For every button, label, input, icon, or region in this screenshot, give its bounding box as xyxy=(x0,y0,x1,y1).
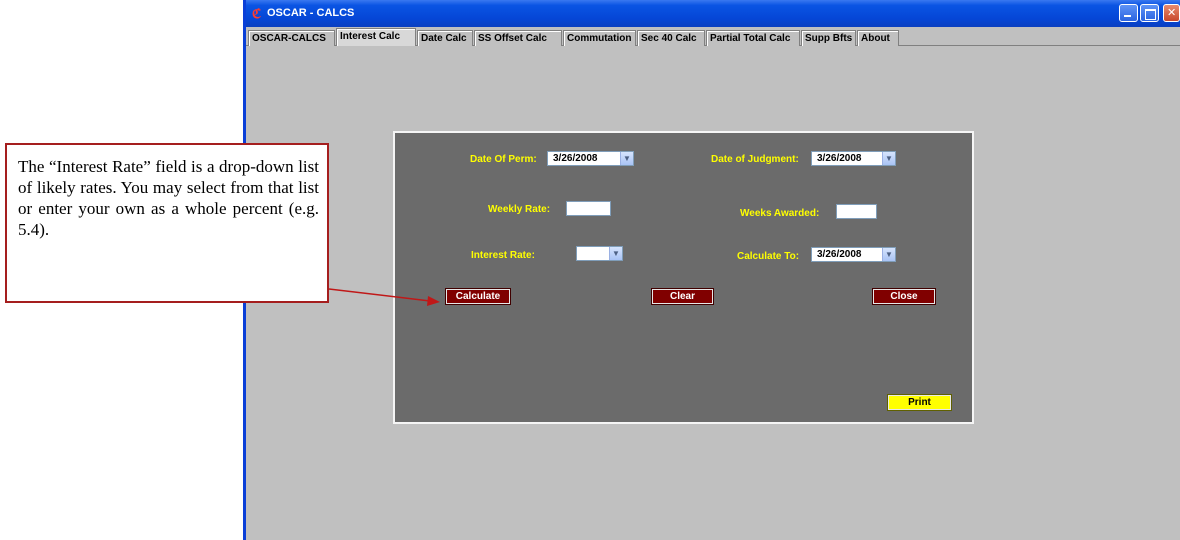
tab-supp-bfts[interactable]: Supp Bfts xyxy=(801,30,856,46)
date-of-perm-picker[interactable]: 3/26/2008 ▼ xyxy=(547,151,634,166)
tab-commutation[interactable]: Commutation xyxy=(563,30,636,46)
interest-calc-panel: Date Of Perm: 3/26/2008 ▼ Date of Judgme… xyxy=(393,131,974,424)
app-window: ℭ OSCAR - CALCS OSCAR-CALCS Interest Cal… xyxy=(243,0,1180,540)
tab-partial-total-calc[interactable]: Partial Total Calc xyxy=(706,30,800,46)
tab-date-calc[interactable]: Date Calc xyxy=(417,30,473,46)
date-of-judgment-picker[interactable]: 3/26/2008 ▼ xyxy=(811,151,896,166)
window-title: OSCAR - CALCS xyxy=(267,7,355,19)
date-of-judgment-value: 3/26/2008 xyxy=(817,153,862,164)
oscar-logo-icon: ℭ xyxy=(252,6,262,21)
title-bar[interactable]: ℭ OSCAR - CALCS xyxy=(246,0,1180,27)
interest-rate-dropdown[interactable]: ▼ xyxy=(576,246,623,261)
interest-rate-label: Interest Rate: xyxy=(471,250,535,261)
chevron-down-icon[interactable]: ▼ xyxy=(882,248,895,261)
chevron-down-icon[interactable]: ▼ xyxy=(609,247,622,260)
calculate-button[interactable]: Calculate xyxy=(445,288,511,305)
weeks-awarded-label: Weeks Awarded: xyxy=(740,208,820,219)
tab-oscar-calcs[interactable]: OSCAR-CALCS xyxy=(248,30,335,46)
print-button[interactable]: Print xyxy=(887,394,952,411)
weeks-awarded-input[interactable] xyxy=(836,204,877,219)
calculate-to-label: Calculate To: xyxy=(737,251,800,262)
clear-button[interactable]: Clear xyxy=(651,288,714,305)
tab-about[interactable]: About xyxy=(857,30,899,46)
maximize-icon[interactable] xyxy=(1140,4,1159,22)
close-button[interactable]: Close xyxy=(872,288,936,305)
chevron-down-icon[interactable]: ▼ xyxy=(620,152,633,165)
annotation-callout: The “Interest Rate” field is a drop-down… xyxy=(5,143,329,303)
date-of-judgment-label: Date of Judgment: xyxy=(711,154,799,165)
minimize-icon[interactable] xyxy=(1119,4,1138,22)
date-of-perm-value: 3/26/2008 xyxy=(553,153,598,164)
date-of-perm-label: Date Of Perm: xyxy=(470,154,537,165)
tab-sec-40-calc[interactable]: Sec 40 Calc xyxy=(637,30,705,46)
close-icon[interactable] xyxy=(1163,4,1180,22)
chevron-down-icon[interactable]: ▼ xyxy=(882,152,895,165)
weekly-rate-label: Weekly Rate: xyxy=(488,204,551,215)
tab-interest-calc[interactable]: Interest Calc xyxy=(336,28,416,46)
tab-ss-offset-calc[interactable]: SS Offset Calc xyxy=(474,30,562,46)
calculate-to-value: 3/26/2008 xyxy=(817,249,862,260)
weekly-rate-input[interactable] xyxy=(566,201,611,216)
calculate-to-picker[interactable]: 3/26/2008 ▼ xyxy=(811,247,896,262)
tab-bar: OSCAR-CALCS Interest Calc Date Calc SS O… xyxy=(246,27,1180,46)
